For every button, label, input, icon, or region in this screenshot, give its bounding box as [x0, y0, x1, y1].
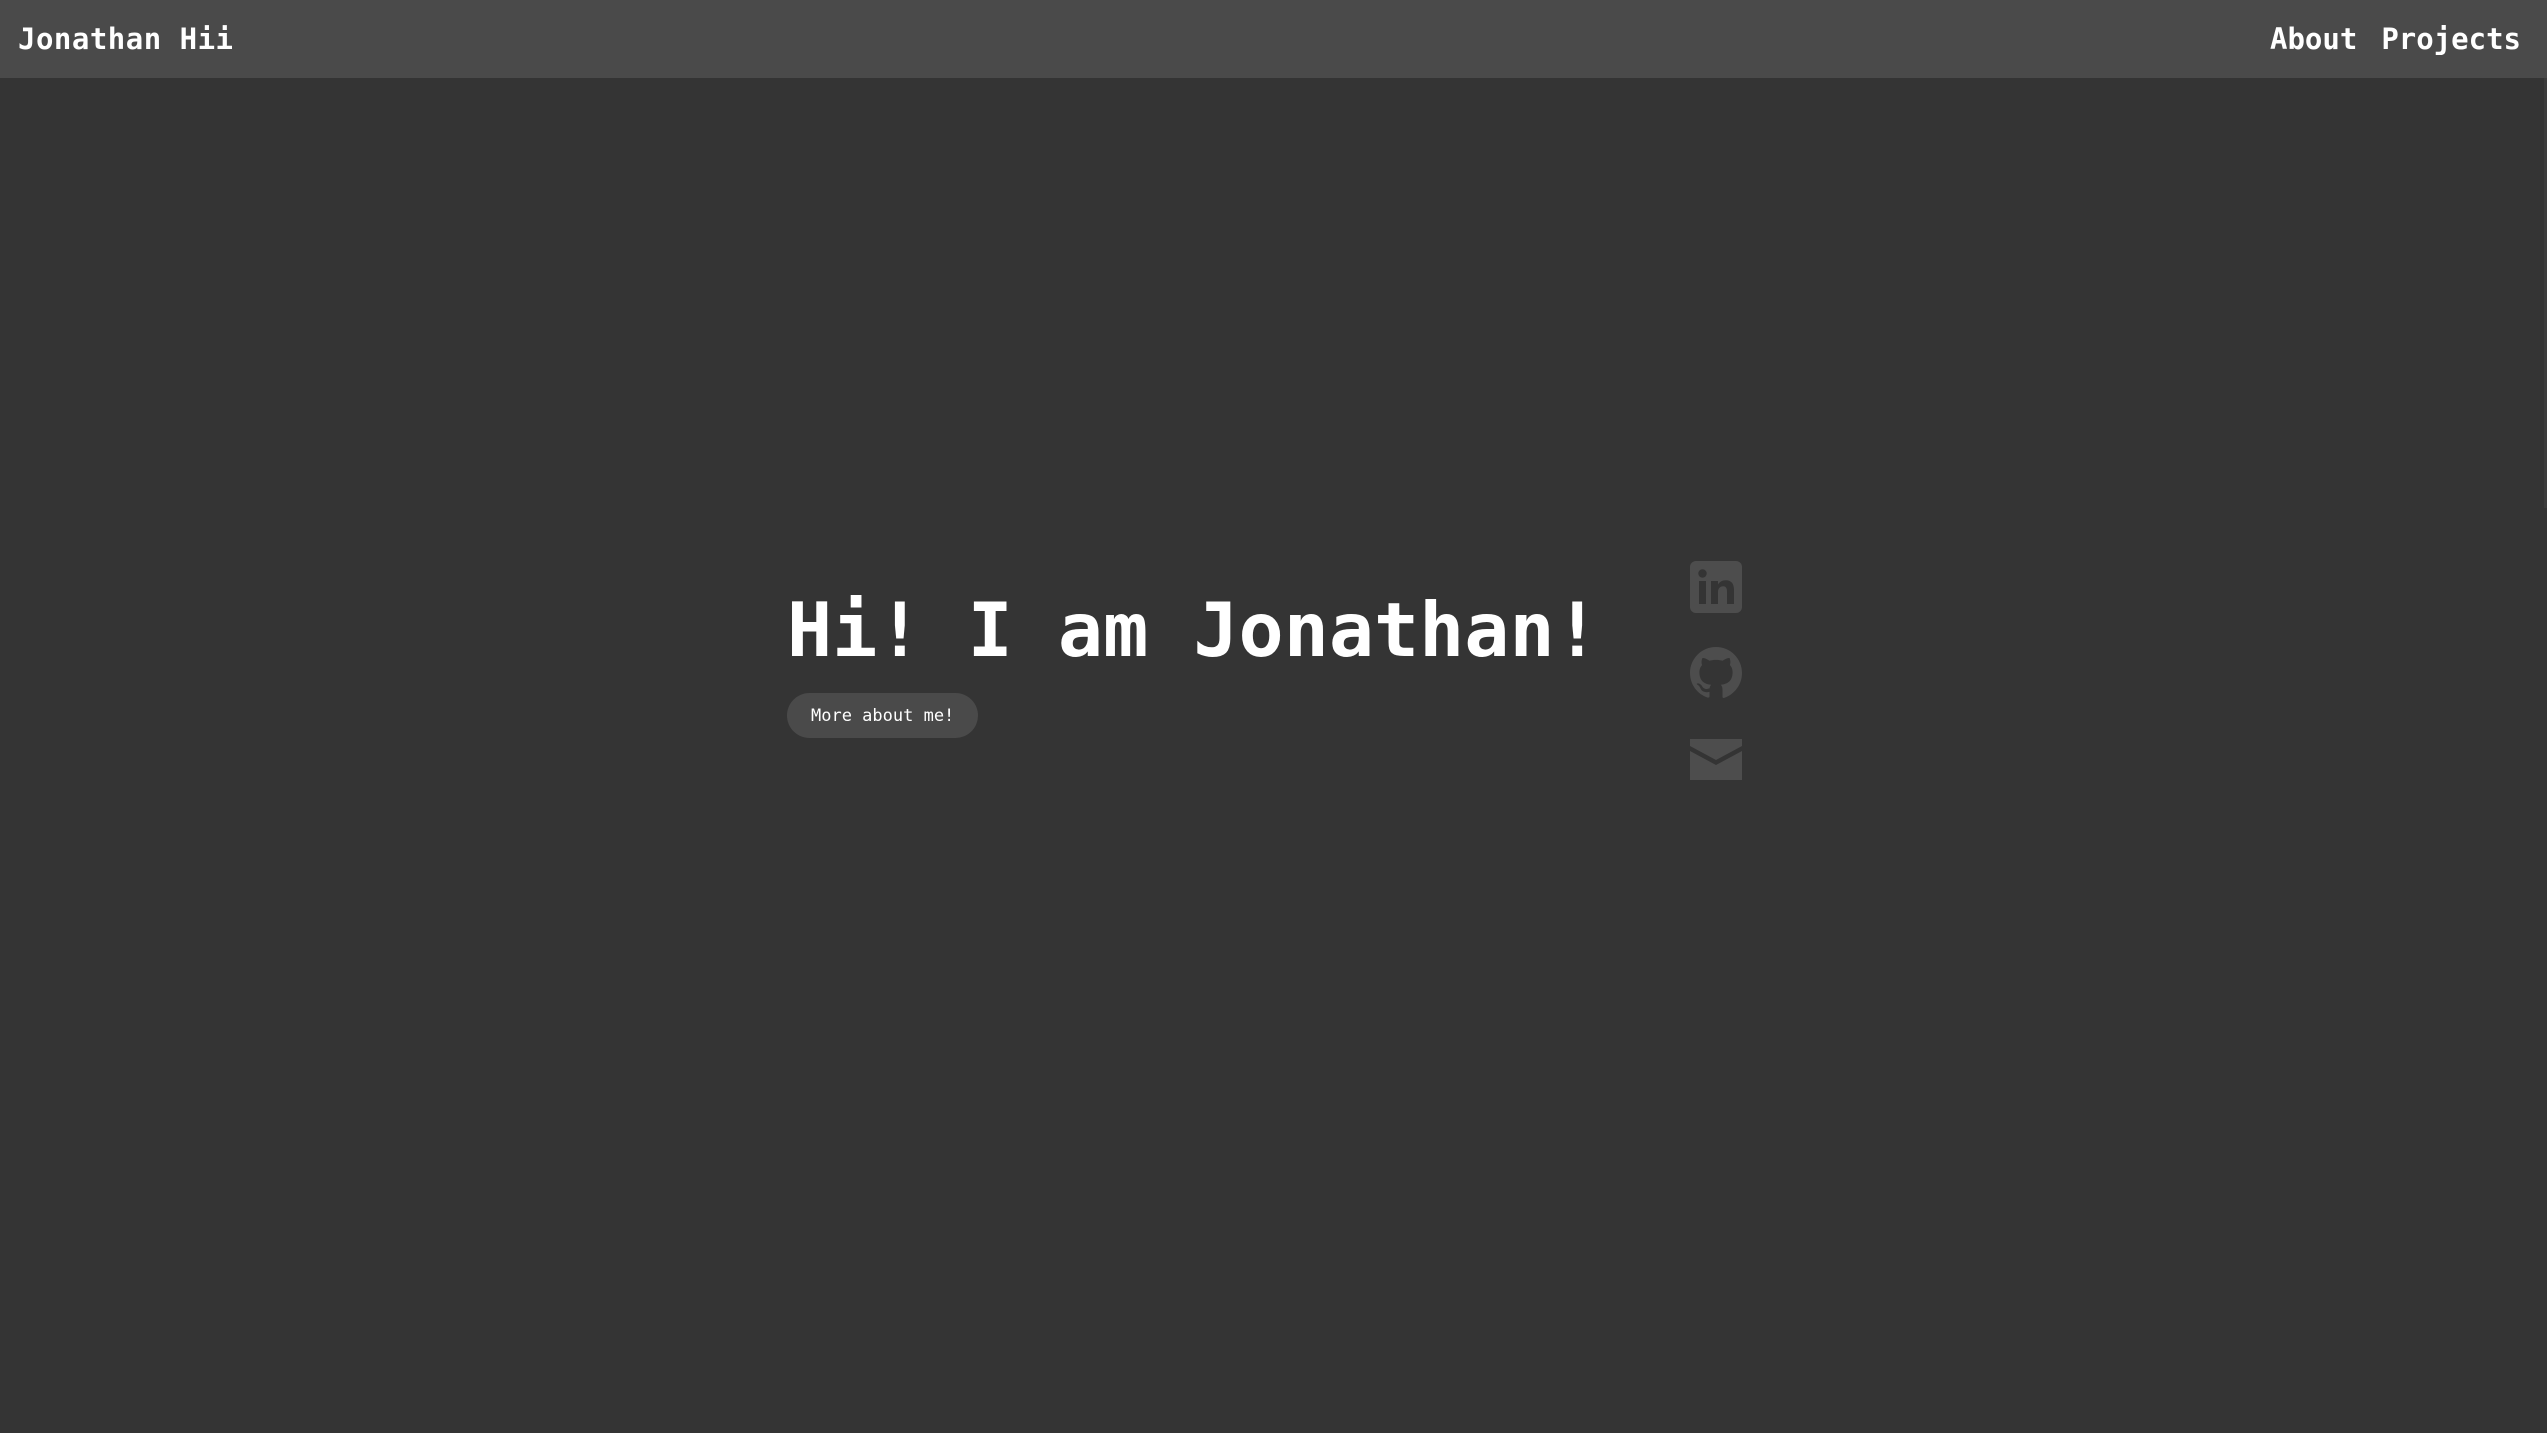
- linkedin-icon: [1690, 561, 1742, 613]
- mail-icon: [1690, 739, 1742, 780]
- top-navbar: Jonathan Hii About Projects: [0, 0, 2547, 78]
- hero-section: Hi! I am Jonathan! More about me!: [787, 585, 1600, 738]
- nav-link-about[interactable]: About: [2270, 22, 2357, 56]
- social-links: [1688, 560, 1744, 786]
- more-about-me-button[interactable]: More about me!: [787, 693, 979, 738]
- github-icon: [1690, 647, 1742, 698]
- linkedin-link[interactable]: [1688, 560, 1744, 614]
- hero-title: Hi! I am Jonathan!: [787, 586, 1600, 674]
- github-link[interactable]: [1688, 646, 1744, 700]
- nav-link-projects[interactable]: Projects: [2381, 22, 2521, 56]
- brand-link[interactable]: Jonathan Hii: [18, 22, 234, 56]
- nav-links: About Projects: [2270, 22, 2521, 56]
- mail-link[interactable]: [1688, 732, 1744, 786]
